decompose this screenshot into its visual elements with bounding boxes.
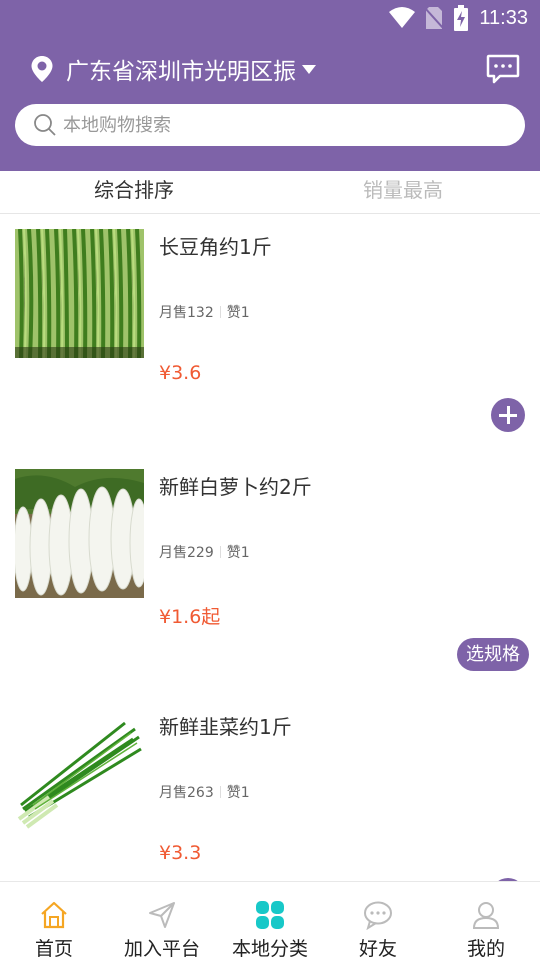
nav-join-platform[interactable]: 加入平台: [108, 882, 216, 961]
nav-home[interactable]: 首页: [0, 882, 108, 961]
status-time: 11:33: [479, 6, 528, 29]
location-selector[interactable]: 广东省深圳市光明区振: [30, 52, 316, 86]
product-image-white-radish: [15, 469, 144, 598]
home-icon: [41, 901, 67, 929]
product-name: 长豆角约1斤: [159, 235, 272, 259]
divider: [219, 786, 221, 798]
battery-charging-icon: [454, 5, 469, 31]
nav-mine-label: 我的: [466, 938, 505, 960]
monthly-sales: 月售132: [159, 305, 214, 321]
product-price: ¥1.6起: [159, 606, 221, 628]
product-name: 新鲜韭菜约1斤: [159, 715, 292, 739]
divider: [219, 546, 221, 558]
bottom-nav: 首页 加入平台 本地分类 好友 我的: [0, 881, 540, 960]
monthly-sales: 月售263: [159, 785, 214, 801]
product-item[interactable]: 长豆角约1斤 月售132 赞1 ¥3.6: [0, 215, 540, 455]
likes-count: 赞1: [226, 785, 250, 801]
likes-count: 赞1: [226, 305, 250, 321]
nav-friends-label: 好友: [358, 938, 397, 960]
product-stats: 月售263 赞1: [159, 782, 250, 802]
add-to-cart-button[interactable]: [491, 398, 525, 432]
product-name: 新鲜白萝卜约2斤: [159, 475, 312, 499]
location-pin-icon: [31, 56, 53, 82]
header: 11:33 广东省深圳市光明区振: [0, 0, 540, 171]
nav-home-label: 首页: [34, 938, 73, 960]
no-sim-icon: [425, 7, 444, 29]
status-bar: 11:33: [0, 0, 540, 36]
product-item[interactable]: 新鲜韭菜约1斤 月售263 赞1 ¥3.3: [0, 695, 540, 881]
product-list: 长豆角约1斤 月售132 赞1 ¥3.6 新鲜白萝卜约2斤 月售229 赞1 ¥…: [0, 215, 540, 881]
sort-tabs: 综合排序 销量最高: [0, 171, 540, 214]
nav-mine[interactable]: 我的: [432, 882, 540, 961]
search-bar[interactable]: [15, 104, 525, 146]
product-stats: 月售229 赞1: [159, 542, 250, 562]
nav-join-platform-label: 加入平台: [123, 938, 200, 960]
product-stats: 月售132 赞1: [159, 302, 250, 322]
chevron-down-icon: [302, 64, 316, 74]
wifi-icon: [389, 7, 416, 28]
tab-comprehensive-sort[interactable]: 综合排序: [94, 174, 174, 203]
chat-bubble-icon: [364, 901, 392, 930]
product-price: ¥3.6: [159, 362, 202, 384]
divider: [219, 306, 221, 318]
likes-count: 赞1: [226, 545, 250, 561]
location-text: 广东省深圳市光明区振: [66, 59, 296, 85]
search-input[interactable]: [63, 114, 483, 136]
user-icon: [472, 902, 500, 929]
nav-local-category-label: 本地分类: [231, 938, 308, 960]
message-icon[interactable]: [486, 54, 520, 84]
select-spec-button[interactable]: 选规格: [457, 638, 529, 671]
send-icon: [149, 902, 175, 928]
category-icon: [256, 901, 284, 929]
nav-local-category[interactable]: 本地分类: [216, 882, 324, 961]
monthly-sales: 月售229: [159, 545, 214, 561]
nav-friends[interactable]: 好友: [324, 882, 432, 961]
product-image-long-beans: [15, 229, 144, 358]
product-image-chives: [15, 709, 144, 838]
tab-top-sales[interactable]: 销量最高: [363, 174, 443, 203]
product-price: ¥3.3: [159, 842, 202, 864]
search-icon: [34, 114, 56, 136]
